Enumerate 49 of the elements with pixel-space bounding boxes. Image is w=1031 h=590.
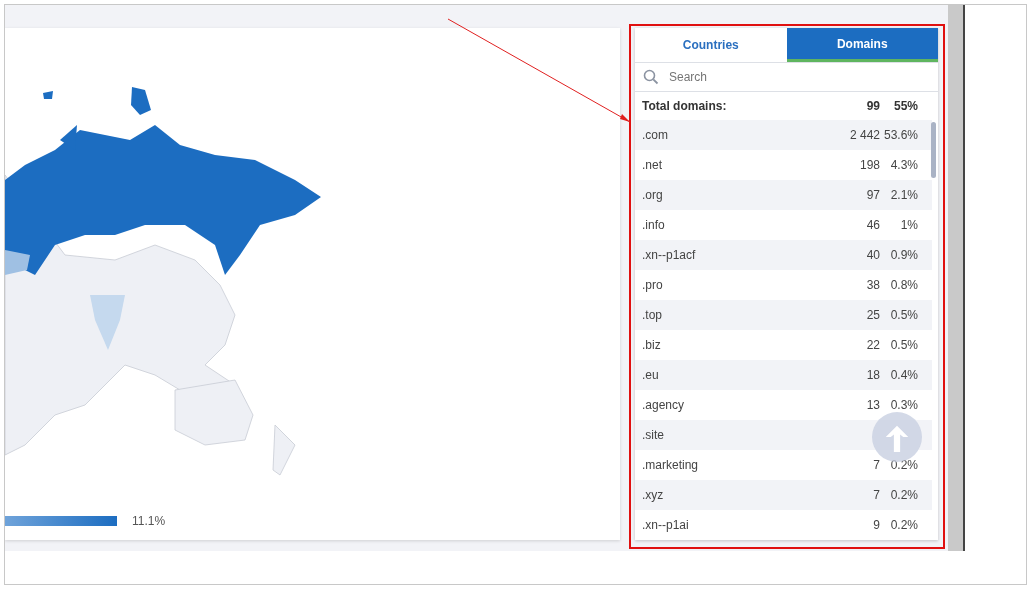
domain-name: .xyz: [642, 488, 665, 502]
domain-name: .xn--p1ai: [642, 518, 690, 532]
domain-count: 18: [866, 368, 880, 382]
domain-name: .pro: [642, 278, 664, 292]
domain-count: 38: [866, 278, 880, 292]
domain-count: 9: [873, 518, 880, 532]
domain-name: .top: [642, 308, 663, 322]
domain-name: .biz: [642, 338, 662, 352]
domain-share: 0.3%: [889, 398, 918, 412]
domain-count: 97: [866, 188, 880, 202]
domain-share: 0.9%: [889, 248, 918, 262]
domain-share: 0.4%: [889, 368, 918, 382]
total-share: 55%: [892, 98, 918, 113]
search-icon: [643, 68, 659, 85]
domain-name: .marketing: [642, 458, 700, 472]
domain-name: .info: [642, 218, 666, 232]
domain-share: 4.3%: [889, 158, 918, 172]
domain-share: 0.5%: [889, 308, 918, 322]
domain-name: .net: [642, 158, 663, 172]
domain-count: 198: [859, 158, 880, 172]
domain-share: 2.1%: [889, 188, 918, 202]
domain-count: 25: [866, 308, 880, 322]
domain-count: 7: [873, 458, 880, 472]
domain-share: 0.5%: [889, 338, 918, 352]
domain-share: 0.2%: [889, 458, 918, 472]
domain-count: 40: [866, 248, 880, 262]
tab[interactable]: Domains: [786, 28, 938, 63]
domain-count: 7: [873, 488, 880, 502]
scroll-up-button[interactable]: [872, 412, 922, 462]
domain-name: .eu: [642, 368, 660, 382]
domain-share: 0.8%: [889, 278, 918, 292]
domain-share: 53.6%: [882, 128, 918, 142]
domain-share: 0.2%: [889, 518, 918, 532]
domain-share: 0.2%: [889, 488, 918, 502]
domain-name: .com: [642, 128, 669, 142]
total-label: Total domains:: [642, 98, 728, 113]
domain-name: .agency: [642, 398, 686, 412]
domain-count: 22: [866, 338, 880, 352]
domain-name: .org: [642, 188, 664, 202]
domain-name: .xn--p1acf: [642, 248, 697, 262]
domain-count: 2 442: [849, 128, 880, 142]
total-count: 99: [866, 98, 880, 113]
domain-count: 46: [866, 218, 880, 232]
domain-count: 13: [866, 398, 880, 412]
scrollbar-thumb[interactable]: [931, 122, 936, 178]
domain-name: .site: [642, 428, 665, 442]
domain-share: 1%: [899, 218, 918, 232]
legend-value: 11.1%: [132, 514, 166, 528]
tab[interactable]: Countries: [635, 28, 787, 63]
